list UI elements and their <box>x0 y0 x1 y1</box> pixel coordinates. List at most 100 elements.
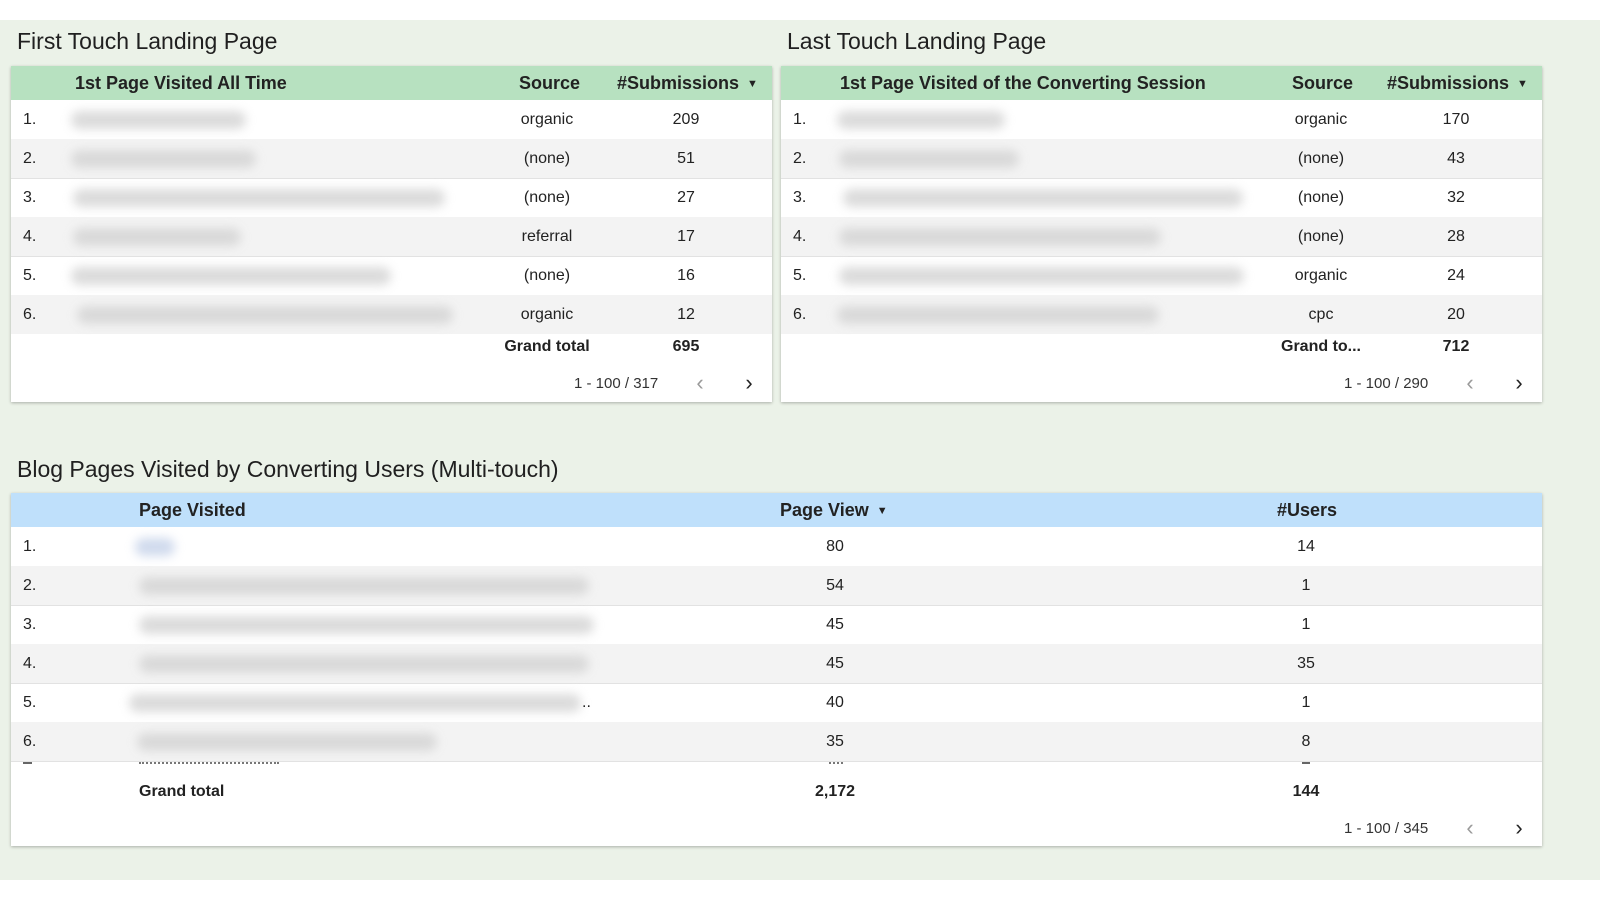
submissions-cell: 43 <box>1447 150 1465 167</box>
partial-row-number <box>23 762 32 764</box>
pagination-range: 1 - 100 / 290 <box>1344 375 1429 392</box>
table-row-partial <box>11 762 1542 770</box>
chevron-left-icon[interactable]: ‹ <box>1459 372 1481 394</box>
col-page-visited[interactable]: 1st Page Visited of the Converting Sessi… <box>840 66 1206 100</box>
sort-desc-icon[interactable]: ▼ <box>747 67 758 101</box>
chevron-right-icon[interactable]: › <box>1508 817 1530 839</box>
col-source[interactable]: Source <box>519 66 580 100</box>
partial-row-users <box>1302 762 1310 764</box>
redacted-page-url <box>73 189 445 207</box>
blog-header: Page Visited Page View ▼ #Users <box>11 493 1542 527</box>
source-cell: (none) <box>1297 189 1345 206</box>
source-cell: organic <box>520 306 574 323</box>
blog-title: Blog Pages Visited by Converting Users (… <box>17 456 559 482</box>
col-users[interactable]: #Users <box>1277 493 1337 527</box>
users-cell: 14 <box>1297 538 1315 555</box>
source-cell: organic <box>1294 111 1348 128</box>
col-submissions[interactable]: #Submissions ▼ <box>1387 66 1528 100</box>
redacted-page-url <box>77 306 453 324</box>
first-touch-title: First Touch Landing Page <box>17 28 278 54</box>
chevron-left-icon[interactable]: ‹ <box>1459 817 1481 839</box>
source-cell: (none) <box>523 150 571 167</box>
row-number: 6. <box>793 306 807 323</box>
redacted-page-url <box>135 538 175 556</box>
source-cell: organic <box>520 111 574 128</box>
users-cell: 1 <box>1301 616 1311 633</box>
partial-row-pageview <box>829 762 843 766</box>
table-row[interactable]: 6. 35 8 <box>11 722 1542 762</box>
col-submissions[interactable]: #Submissions ▼ <box>617 66 758 100</box>
last-touch-table: 1st Page Visited of the Converting Sessi… <box>781 66 1542 402</box>
first-touch-table: 1st Page Visited All Time Source #Submis… <box>11 66 772 402</box>
col-source-label: Source <box>519 73 581 93</box>
grand-total-page-view: 2,172 <box>814 783 856 800</box>
row-number: 3. <box>23 616 37 633</box>
col-page-visited[interactable]: 1st Page Visited All Time <box>75 66 287 100</box>
submissions-cell: 24 <box>1447 267 1465 284</box>
table-row[interactable]: 6. organic 12 <box>11 295 772 334</box>
sort-desc-icon[interactable]: ▼ <box>1517 67 1528 101</box>
source-cell: organic <box>1294 267 1348 284</box>
redacted-page-url <box>137 733 437 751</box>
redacted-page-url <box>843 189 1243 207</box>
source-cell: referral <box>521 228 573 245</box>
submissions-cell: 170 <box>1442 111 1470 128</box>
col-page-visited[interactable]: Page Visited <box>139 493 246 527</box>
table-row[interactable]: 2. 54 1 <box>11 566 1542 606</box>
table-row[interactable]: 3. (none) 32 <box>781 178 1542 218</box>
pagination-range: 1 - 100 / 317 <box>574 375 659 392</box>
submissions-cell: 17 <box>677 228 695 245</box>
table-row[interactable]: 1. organic 170 <box>781 100 1542 140</box>
redacted-page-url <box>139 616 594 634</box>
col-submissions-label: #Submissions <box>617 73 740 93</box>
submissions-cell: 32 <box>1447 189 1465 206</box>
chevron-left-icon[interactable]: ‹ <box>689 372 711 394</box>
table-row[interactable]: 2. (none) 43 <box>781 139 1542 179</box>
page-view-cell: 35 <box>826 733 844 750</box>
truncation-ellipsis: .. <box>582 694 591 711</box>
chevron-right-icon[interactable]: › <box>738 372 760 394</box>
source-cell: (none) <box>1297 228 1345 245</box>
submissions-cell: 12 <box>677 306 695 323</box>
table-row[interactable]: 3. 45 1 <box>11 605 1542 645</box>
table-row[interactable]: 4. (none) 28 <box>781 217 1542 257</box>
page-view-cell: 40 <box>826 694 844 711</box>
col-page-visited-label: 1st Page Visited All Time <box>75 73 287 93</box>
redacted-page-url <box>837 111 1005 129</box>
table-row[interactable]: 5. .. 40 1 <box>11 683 1542 723</box>
redacted-page-url <box>839 267 1244 285</box>
redacted-page-url <box>839 228 1161 246</box>
sort-desc-icon[interactable]: ▼ <box>877 494 888 528</box>
table-row[interactable]: 3. (none) 27 <box>11 178 772 218</box>
table-row[interactable]: 1. organic 209 <box>11 100 772 140</box>
page-view-cell: 45 <box>826 616 844 633</box>
grand-total-label: Grand total <box>139 783 225 800</box>
redacted-page-url <box>71 111 246 129</box>
table-row[interactable]: 6. cpc 20 <box>781 295 1542 334</box>
submissions-cell: 16 <box>677 267 695 284</box>
users-cell: 8 <box>1301 733 1311 750</box>
row-number: 5. <box>23 694 37 711</box>
table-row[interactable]: 5. organic 24 <box>781 256 1542 296</box>
source-cell: (none) <box>523 267 571 284</box>
table-row[interactable]: 2. (none) 51 <box>11 139 772 179</box>
col-page-view[interactable]: Page View ▼ <box>780 493 888 527</box>
row-number: 1. <box>793 111 807 128</box>
grand-total-value: 712 <box>1442 338 1470 355</box>
last-touch-title: Last Touch Landing Page <box>787 28 1047 54</box>
table-row[interactable]: 1. 80 14 <box>11 527 1542 567</box>
table-row[interactable]: 4. 45 35 <box>11 644 1542 684</box>
col-source[interactable]: Source <box>1292 66 1353 100</box>
redacted-page-url <box>73 228 241 246</box>
col-page-view-label: Page View <box>780 500 869 520</box>
row-number: 1. <box>23 111 37 128</box>
col-page-visited-label: 1st Page Visited of the Converting Sessi… <box>840 73 1206 93</box>
partial-row-text <box>139 762 279 766</box>
col-source-label: Source <box>1292 73 1354 93</box>
submissions-cell: 20 <box>1447 306 1465 323</box>
row-number: 3. <box>23 189 37 206</box>
row-number: 5. <box>23 267 37 284</box>
chevron-right-icon[interactable]: › <box>1508 372 1530 394</box>
table-row[interactable]: 4. referral 17 <box>11 217 772 257</box>
table-row[interactable]: 5. (none) 16 <box>11 256 772 296</box>
